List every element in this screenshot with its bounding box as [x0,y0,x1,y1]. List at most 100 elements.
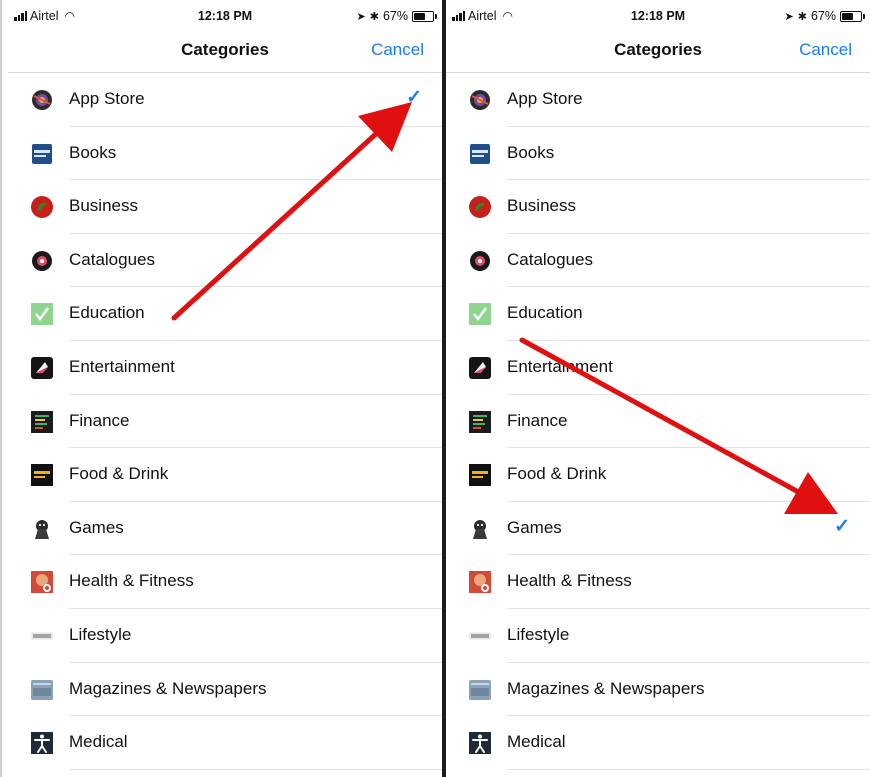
category-row[interactable]: Entertainment [8,341,442,395]
category-label: Food & Drink [507,464,607,484]
education-icon [30,302,54,326]
category-row[interactable]: App Store [446,73,870,127]
category-label: Medical [69,732,128,752]
category-row[interactable]: Finance [8,395,442,449]
category-row[interactable]: Magazines & Newspapers [446,663,870,717]
category-label: Entertainment [507,356,613,376]
business-icon [30,195,54,219]
category-label: Magazines & Newspapers [69,678,267,698]
medical-icon [30,731,54,755]
category-label: Health & Fitness [507,571,632,591]
category-row[interactable]: Games [8,502,442,556]
row-separator [507,768,870,770]
category-row[interactable]: Medical [8,716,442,770]
category-label: Food & Drink [69,464,169,484]
category-row[interactable]: Magazines & Newspapers [8,663,442,717]
food-drink-icon [468,463,492,487]
category-list: App Store Books Business Catalogues Educatio… [446,73,870,770]
cancel-button[interactable]: Cancel [799,40,852,60]
app-store-icon [30,88,54,112]
app-store-icon [468,88,492,112]
category-label: Business [507,196,576,216]
category-row[interactable]: Education [446,287,870,341]
category-row[interactable]: Food & Drink [8,448,442,502]
finance-icon [30,410,54,434]
category-row[interactable]: Games ✓ [446,502,870,556]
category-row[interactable]: Entertainment [446,341,870,395]
business-icon [468,195,492,219]
category-label: Games [507,517,562,537]
navigation-bar: Categories Cancel [8,34,442,73]
lifestyle-icon [468,624,492,648]
category-label: Health & Fitness [69,571,194,591]
screen-left: Airtel ◠ 12:18 PM ➤ ✱ 67% Categories Can… [8,0,442,777]
bluetooth-icon: ✱ [797,10,807,23]
left-edge [0,0,2,777]
category-row[interactable]: Lifestyle [8,609,442,663]
category-label: Lifestyle [507,624,570,644]
category-row[interactable]: Food & Drink [446,448,870,502]
catalogues-icon [468,249,492,273]
health-fitness-icon [30,570,54,594]
category-label: App Store [507,89,583,108]
battery-percent: 67% [810,9,836,23]
health-fitness-icon [468,570,492,594]
category-row[interactable]: Education [8,287,442,341]
category-label: Finance [69,410,130,430]
magazines-newspapers-icon [30,678,54,702]
category-row[interactable]: Lifestyle [446,609,870,663]
books-icon [30,142,54,166]
food-drink-icon [30,463,54,487]
category-label: Education [507,303,583,323]
category-row[interactable]: Medical [446,716,870,770]
category-label: Business [69,196,138,216]
status-bar: Airtel ◠ 12:18 PM ➤ ✱ 67% [8,0,442,34]
category-label: Entertainment [69,356,175,376]
category-row[interactable]: App Store ✓ [8,73,442,127]
category-row[interactable]: Business [446,180,870,234]
games-icon [468,517,492,541]
category-row[interactable]: Business [8,180,442,234]
entertainment-icon [30,356,54,380]
category-label: Books [69,142,117,162]
checkmark-icon: ✓ [834,515,850,537]
education-icon [468,302,492,326]
category-row[interactable]: Catalogues [446,234,870,288]
finance-icon [468,410,492,434]
entertainment-icon [468,356,492,380]
category-label: App Store [69,89,145,108]
category-row[interactable]: Books [446,127,870,181]
category-row[interactable]: Health & Fitness [8,555,442,609]
category-row[interactable]: Catalogues [8,234,442,288]
games-icon [30,517,54,541]
magazines-newspapers-icon [468,678,492,702]
category-list: App Store ✓ Books Business Catalogues Educati… [8,73,442,770]
catalogues-icon [30,249,54,273]
medical-icon [468,731,492,755]
screen-right: Airtel ◠ 12:18 PM ➤ ✱ 67% Categories Can… [446,0,870,777]
checkmark-icon: ✓ [406,87,422,108]
category-label: Education [69,303,145,323]
category-label: Catalogues [69,249,156,269]
category-row[interactable]: Health & Fitness [446,555,870,609]
category-label: Games [69,517,124,537]
category-label: Magazines & Newspapers [507,678,705,698]
location-icon: ➤ [356,10,366,23]
battery-percent: 67% [382,9,408,23]
category-label: Finance [507,410,568,430]
row-separator [69,768,442,770]
category-label: Medical [507,732,566,752]
books-icon [468,142,492,166]
cancel-button[interactable]: Cancel [371,40,424,60]
location-icon: ➤ [784,10,794,23]
category-label: Catalogues [507,249,594,269]
category-row[interactable]: Finance [446,395,870,449]
status-bar: Airtel ◠ 12:18 PM ➤ ✱ 67% [446,0,870,34]
category-row[interactable]: Books [8,127,442,181]
category-label: Lifestyle [69,624,132,644]
navigation-bar: Categories Cancel [446,34,870,73]
battery-icon [840,10,865,22]
bluetooth-icon: ✱ [369,10,379,23]
category-label: Books [507,142,555,162]
lifestyle-icon [30,624,54,648]
